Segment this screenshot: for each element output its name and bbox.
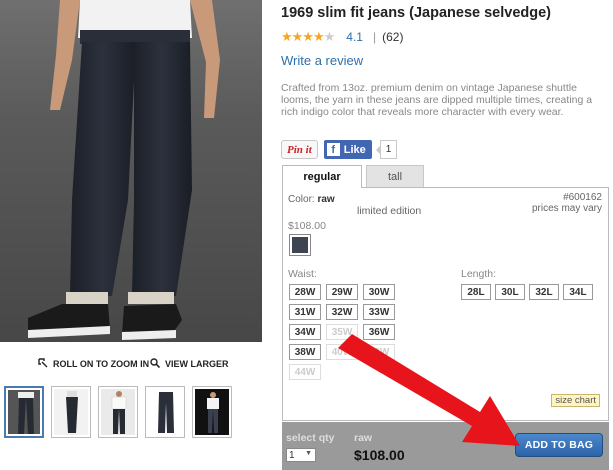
image-controls: ROLL ON TO ZOOM IN VIEW LARGER [0, 356, 262, 372]
price-note: prices may vary [531, 203, 602, 214]
waist-label: Waist: [288, 268, 317, 280]
thumbnail-full[interactable] [98, 386, 138, 438]
size-28w[interactable]: 28W [289, 284, 321, 300]
sku-number: #600162 [563, 192, 602, 203]
qty-select[interactable]: 1 ▼ [286, 448, 316, 462]
size-34l[interactable]: 34L [563, 284, 593, 300]
qty-label: select qty [286, 432, 335, 444]
rating-score[interactable]: 4.1 [346, 30, 363, 44]
add-to-bag-button[interactable]: ADD TO BAG [515, 433, 603, 457]
color-swatch-raw[interactable] [289, 234, 311, 256]
view-larger-link[interactable]: VIEW LARGER [150, 358, 229, 370]
purchase-bar: select qty 1 ▼ raw $108.00 ADD TO BAG [282, 422, 609, 470]
thumbnail-pair[interactable] [192, 386, 232, 438]
size-30w[interactable]: 30W [363, 284, 395, 300]
size-29w[interactable]: 29W [326, 284, 358, 300]
size-32w[interactable]: 32W [326, 304, 358, 320]
zoom-icon [38, 358, 48, 370]
zoom-control[interactable]: ROLL ON TO ZOOM IN [38, 358, 149, 370]
variant-panel: Color: raw limited edition #600162 price… [282, 187, 609, 421]
color-value: raw [317, 194, 335, 205]
like-count: 1 [375, 140, 398, 159]
size-36w[interactable]: 36W [363, 324, 395, 340]
sku-info: #600162 prices may vary [532, 192, 602, 214]
size-44w: 44W [289, 364, 321, 380]
qty-value: 1 [289, 449, 295, 461]
length-label: Length: [461, 268, 497, 280]
chevron-down-icon: ▼ [305, 450, 312, 457]
swatch-fill [292, 237, 308, 253]
size-38w[interactable]: 38W [289, 344, 321, 360]
view-larger-label: VIEW LARGER [165, 359, 229, 369]
thumbnail-strip [4, 386, 232, 438]
size-42w: 42W [363, 344, 395, 360]
pinit-button[interactable]: Pin it [281, 140, 318, 159]
magnifier-icon [150, 358, 161, 370]
thumbnail-flat[interactable] [145, 386, 185, 438]
size-33w[interactable]: 33W [363, 304, 395, 320]
like-label: Like [343, 143, 366, 156]
thumbnail-side[interactable] [51, 386, 91, 438]
zoom-label: ROLL ON TO ZOOM IN [53, 359, 150, 369]
product-title: 1969 slim fit jeans (Japanese selvedge) [281, 5, 551, 21]
size-30l[interactable]: 30L [495, 284, 525, 300]
size-chart-link[interactable]: size chart [551, 394, 600, 407]
thumbnail-front[interactable] [4, 386, 44, 438]
tab-regular[interactable]: regular [282, 165, 362, 188]
product-description: Crafted from 13oz. premium denim on vint… [281, 82, 593, 118]
size-35w: 35W [326, 324, 358, 340]
selected-color: raw [354, 432, 373, 444]
facebook-icon: f [326, 143, 340, 156]
social-buttons: Pin it f Like 1 [281, 140, 398, 159]
edition-label: limited edition [357, 205, 422, 217]
color-label: Color: raw [288, 194, 335, 205]
rating-separator: | [372, 30, 377, 44]
size-32l[interactable]: 32L [529, 284, 559, 300]
product-image[interactable] [0, 0, 262, 342]
tab-tall[interactable]: tall [366, 165, 424, 187]
rating-row: ★★★★★ 4.1 | (62) [281, 29, 403, 45]
swatch-price: $108.00 [288, 220, 326, 232]
size-28l[interactable]: 28L [461, 284, 491, 300]
review-count: (62) [382, 30, 404, 44]
size-31w[interactable]: 31W [289, 304, 321, 320]
size-40w: 40W [326, 344, 358, 360]
selected-price: $108.00 [354, 447, 405, 463]
facebook-like-button[interactable]: f Like [323, 140, 372, 159]
size-34w[interactable]: 34W [289, 324, 321, 340]
write-review-link[interactable]: Write a review [281, 53, 363, 68]
rating-stars[interactable]: ★★★★★ [281, 29, 335, 45]
